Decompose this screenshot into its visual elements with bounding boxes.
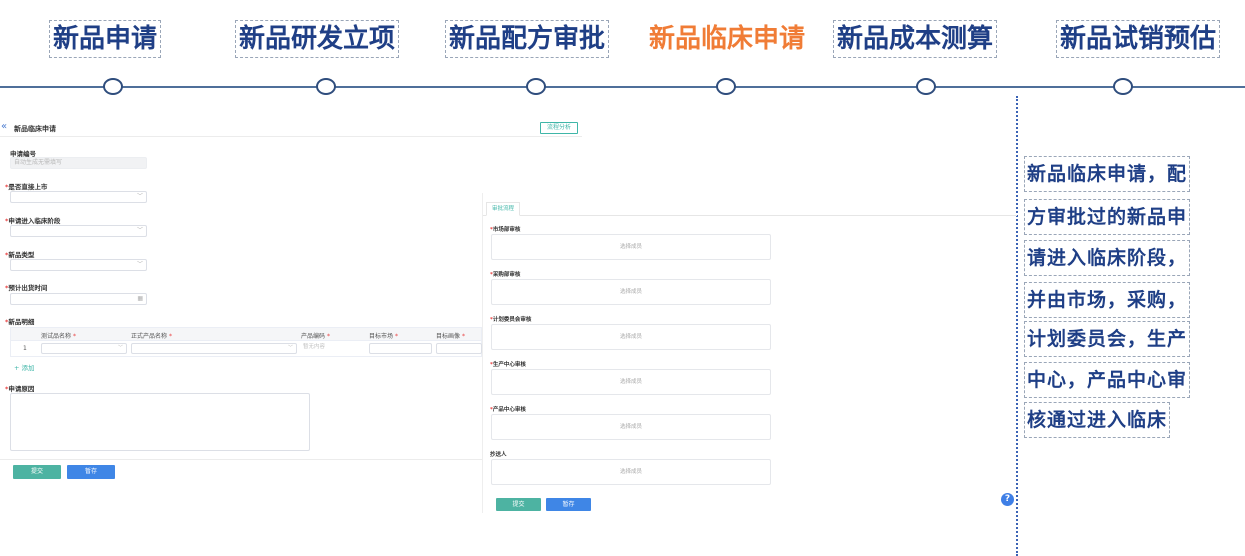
purchase-approver-select[interactable]: 选择成员 — [491, 279, 771, 305]
annotation-divider — [1016, 96, 1018, 556]
note-line: 中心，产品中心审 — [1024, 362, 1191, 398]
approval-panel: 审批流程 *市场部审核 选择成员 *采购部审核 选择成员 *计划委员会审核 选择… — [482, 193, 1017, 513]
approver-label: *生产中心审核 — [490, 362, 526, 368]
chevron-down-icon: ﹀ — [136, 261, 143, 268]
app-no-field: 自动生成无需填写 — [10, 157, 147, 169]
chevron-down-icon: ﹀ — [287, 345, 293, 351]
chevron-down-icon: ﹀ — [136, 227, 143, 234]
test-name-select[interactable]: ﹀ — [41, 343, 127, 354]
step-cost-estimate[interactable]: 新品成本测算 — [833, 20, 998, 58]
submit-button[interactable]: 提交 — [13, 465, 61, 479]
note-line: 请进入临床阶段， — [1024, 240, 1191, 276]
collapse-icon[interactable]: « — [1, 122, 7, 132]
timeline-node — [526, 78, 546, 95]
row-index: 1 — [23, 345, 27, 352]
col-formal-name: 正式产品名称 * — [131, 333, 172, 340]
detail-table-header: 测试品名称 * 正式产品名称 * 产品编码 * 目标市场 * 目标画像 * — [10, 327, 482, 341]
step-trial-sales-forecast[interactable]: 新品试销预估 — [1056, 20, 1221, 58]
flow-analysis-button[interactable]: 流程分析 — [540, 122, 578, 134]
panel-submit-button[interactable]: 提交 — [496, 498, 541, 511]
product-type-select[interactable]: ﹀ — [10, 259, 147, 271]
production-approver-select[interactable]: 选择成员 — [491, 369, 771, 395]
step-formula-approval[interactable]: 新品配方审批 — [445, 20, 610, 58]
clinical-stage-label: *申请进入临床阶段 — [5, 217, 61, 225]
panel-save-button[interactable]: 暂存 — [546, 498, 591, 511]
note-line: 计划委员会，生产 — [1024, 321, 1191, 357]
expected-date-label: *预计出货时间 — [5, 284, 48, 292]
product-code-field: 暂无内容 — [303, 344, 326, 350]
cc-label: 抄送人 — [490, 452, 507, 458]
cc-select[interactable]: 选择成员 — [491, 459, 771, 485]
save-draft-button[interactable]: 暂存 — [67, 465, 115, 479]
note-line: 并由市场，采购， — [1024, 282, 1191, 318]
product-type-label: *新品类型 — [5, 251, 35, 259]
note-line: 方审批过的新品申 — [1024, 199, 1191, 235]
form-header: « 新品临床申请 流程分析 — [0, 120, 582, 137]
market-approver-select[interactable]: 选择成员 — [491, 234, 771, 260]
tab-approval-flow[interactable]: 审批流程 — [486, 202, 520, 216]
timeline-node — [1113, 78, 1133, 95]
formal-name-select[interactable]: ﹀ — [131, 343, 297, 354]
product-center-approver-select[interactable]: 选择成员 — [491, 414, 771, 440]
target-persona-input[interactable] — [436, 343, 482, 354]
step-clinical-application[interactable]: 新品临床申请 — [645, 20, 809, 58]
footer-divider — [0, 459, 482, 460]
note-line: 核通过进入临床 — [1024, 402, 1171, 438]
col-target-persona: 目标画像 * — [436, 333, 465, 340]
add-row-button[interactable]: + 添加 — [14, 362, 35, 372]
approver-label: *采购部审核 — [490, 272, 521, 278]
timeline-node — [916, 78, 936, 95]
direct-market-select[interactable]: ﹀ — [10, 191, 147, 203]
timeline-node — [316, 78, 336, 95]
chevron-down-icon: ﹀ — [136, 193, 143, 200]
planning-approver-select[interactable]: 选择成员 — [491, 324, 771, 350]
step-new-product-application[interactable]: 新品申请 — [49, 20, 162, 58]
clinical-stage-select[interactable]: ﹀ — [10, 225, 147, 237]
approver-label: *市场部审核 — [490, 227, 521, 233]
help-icon[interactable]: ? — [1001, 493, 1014, 506]
detail-label: *新品明细 — [5, 318, 35, 326]
timeline-node — [103, 78, 123, 95]
note-line: 新品临床申请，配 — [1024, 156, 1191, 192]
col-test-name: 测试品名称 * — [41, 333, 76, 340]
col-product-code: 产品编码 * — [301, 333, 330, 340]
table-row: 1 ﹀ ﹀ 暂无内容 — [10, 341, 482, 357]
panel-tab-bar — [483, 215, 1017, 216]
col-target-market: 目标市场 * — [369, 333, 398, 340]
timeline-line — [0, 86, 1245, 88]
step-rd-project[interactable]: 新品研发立项 — [235, 20, 400, 58]
approver-label: *计划委员会审核 — [490, 317, 532, 323]
target-market-input[interactable] — [369, 343, 432, 354]
reason-textarea[interactable] — [10, 393, 310, 451]
timeline-node — [716, 78, 736, 95]
form-title: 新品临床申请 — [14, 125, 56, 133]
direct-market-label: *是否直接上市 — [5, 183, 48, 191]
calendar-icon: ▦ — [137, 295, 143, 302]
approver-label: *产品中心审核 — [490, 407, 526, 413]
chevron-down-icon: ﹀ — [117, 345, 123, 351]
reason-label: *申请原因 — [5, 385, 35, 393]
expected-date-picker[interactable]: ▦ — [10, 293, 147, 305]
